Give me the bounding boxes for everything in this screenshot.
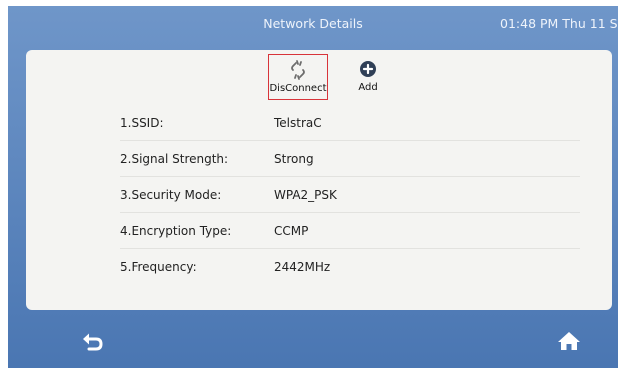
home-icon [558, 332, 580, 350]
detail-value: WPA2_PSK [274, 188, 337, 202]
clock: 01:48 PM Thu 11 Se [500, 16, 618, 31]
detail-label: 5.Frequency: [120, 260, 197, 274]
detail-label: 4.Encryption Type: [120, 224, 232, 238]
list-item: 5.Frequency: 2442MHz [120, 248, 580, 284]
network-details-panel: DisConnect Add 1.SSID: TelstraC 2.Signal… [26, 50, 612, 310]
disconnect-button[interactable]: DisConnect [268, 54, 328, 100]
back-arrow-icon [83, 333, 103, 351]
title-bar: Network Details 01:48 PM Thu 11 Se [8, 6, 618, 44]
disconnect-label: DisConnect [269, 83, 327, 94]
detail-value: 2442MHz [274, 260, 331, 274]
detail-value: TelstraC [274, 116, 322, 130]
detail-label: 3.Security Mode: [120, 188, 222, 202]
plus-circle-icon [359, 58, 377, 80]
list-item: 3.Security Mode: WPA2_PSK [120, 176, 580, 213]
detail-label: 2.Signal Strength: [120, 152, 229, 166]
add-label: Add [358, 82, 378, 93]
list-item: 4.Encryption Type: CCMP [120, 212, 580, 249]
bottom-nav-bar [8, 310, 618, 368]
detail-label: 1.SSID: [120, 116, 164, 130]
back-button[interactable] [80, 330, 106, 352]
detail-value: CCMP [274, 224, 309, 238]
home-button[interactable] [556, 330, 582, 352]
broken-link-icon [287, 59, 309, 81]
add-button[interactable]: Add [346, 54, 390, 100]
list-item: 1.SSID: TelstraC [120, 104, 580, 141]
list-item: 2.Signal Strength: Strong [120, 140, 580, 177]
phone-screen: Network Details 01:48 PM Thu 11 Se DisCo… [8, 6, 618, 368]
detail-value: Strong [274, 152, 314, 166]
